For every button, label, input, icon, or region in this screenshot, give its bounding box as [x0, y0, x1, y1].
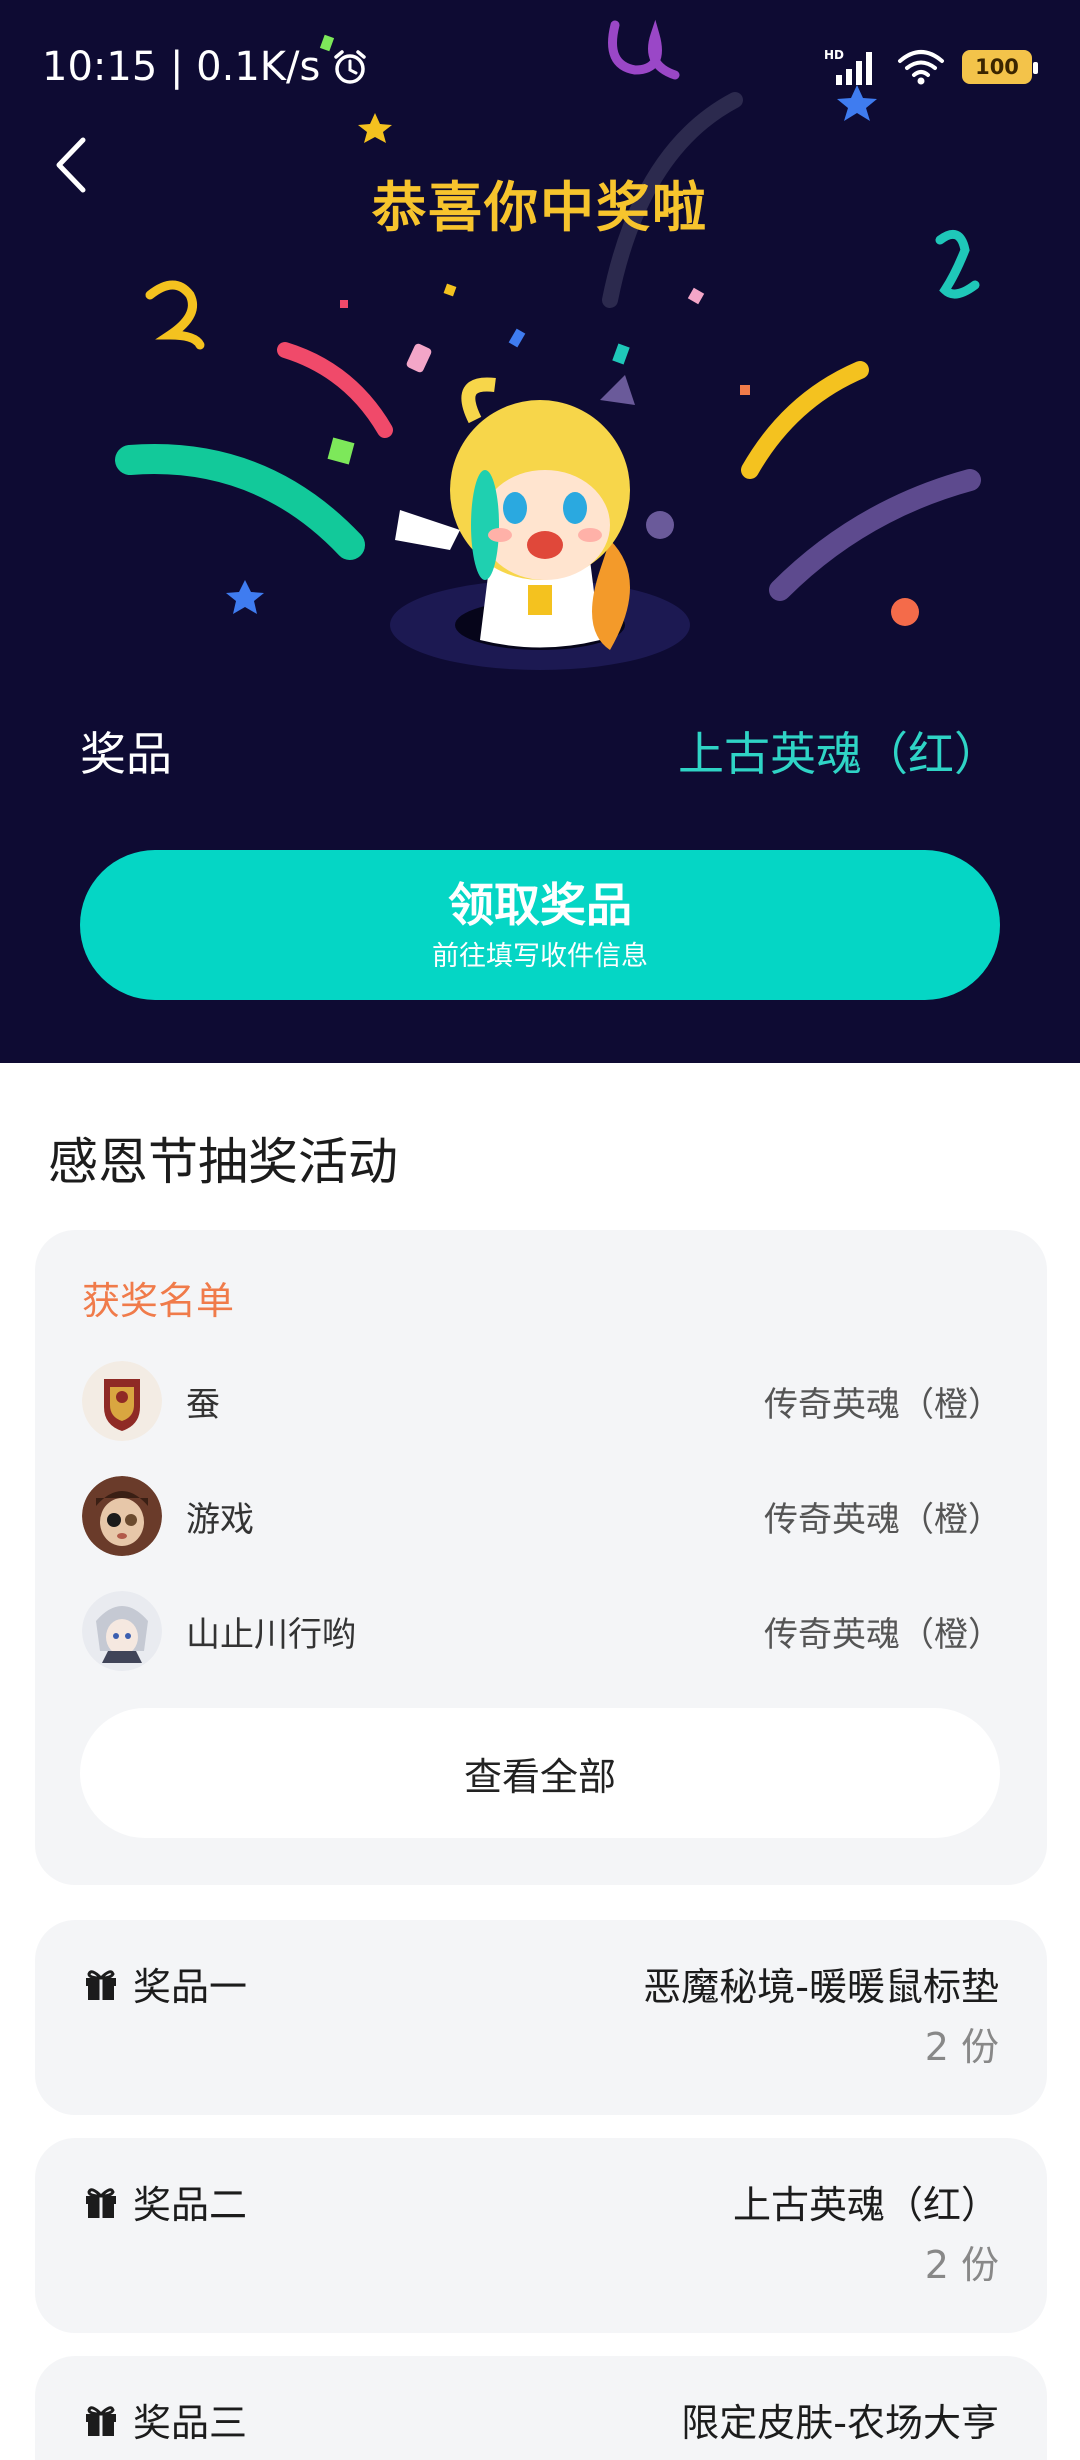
winner-row[interactable]: 山止川行哟 传奇英魂（橙）	[82, 1590, 1002, 1672]
winner-prize: 传奇英魂（橙）	[764, 1614, 1002, 1655]
prize-name: 奖品一	[133, 1965, 248, 2009]
signal-icon: HD	[824, 48, 872, 85]
gift-icon	[86, 2405, 116, 2436]
hero-banner: 10:15 | 0.1K/s HD 100 恭喜你中奖啦 奖品 上古英魂（红） …	[0, 0, 1080, 1063]
winner-row[interactable]: 游戏 传奇英魂（橙）	[82, 1475, 1002, 1557]
status-right: HD 100	[822, 42, 1038, 92]
prize-title: 奖品二	[83, 2174, 247, 2229]
winner-prize: 传奇英魂（橙）	[764, 1384, 1002, 1425]
prize-name: 奖品三	[133, 2401, 248, 2445]
prize-item: 上古英魂（红）	[732, 2183, 999, 2227]
prize-item: 恶魔秘境-暖暖鼠标垫	[643, 1965, 999, 2009]
claim-prize-label: 领取奖品	[448, 878, 632, 932]
winners-card: 获奖名单 蚕 传奇英魂（橙） 游戏 传奇英魂（橙） 山止川行哟 传奇英魂（橙） …	[35, 1230, 1047, 1885]
prize-title: 奖品一	[83, 1956, 247, 2011]
prize-quantity: 2 份	[924, 2025, 999, 2069]
wifi-icon	[898, 50, 944, 85]
prize-card-1: 奖品一 恶魔秘境-暖暖鼠标垫 2 份	[35, 1920, 1047, 2115]
status-bar: 10:15 | 0.1K/s HD 100	[0, 0, 1080, 130]
congrats-title: 恭喜你中奖啦	[372, 176, 708, 239]
winner-row[interactable]: 蚕 传奇英魂（橙）	[82, 1360, 1002, 1442]
claim-prize-button[interactable]: 领取奖品 前往填写收件信息	[80, 850, 1000, 1000]
status-time: 10:15 | 0.1K/s	[42, 44, 321, 90]
gift-icon	[86, 1969, 116, 2000]
view-all-button[interactable]: 查看全部	[80, 1708, 1000, 1838]
network-label: HD	[824, 48, 844, 62]
winner-prize: 传奇英魂（橙）	[764, 1499, 1002, 1540]
prize-title: 奖品三	[83, 2392, 247, 2447]
avatar	[82, 1361, 162, 1441]
avatar	[82, 1476, 162, 1556]
gift-icon	[86, 2187, 116, 2218]
status-left: 10:15 | 0.1K/s	[42, 42, 370, 92]
winner-name: 山止川行哟	[186, 1614, 356, 1655]
prize-quantity: 2 份	[924, 2243, 999, 2287]
winner-name: 蚕	[186, 1384, 220, 1425]
prize-value: 上古英魂（红）	[678, 727, 1000, 781]
avatar	[82, 1591, 162, 1671]
prize-card-2: 奖品二 上古英魂（红） 2 份	[35, 2138, 1047, 2333]
claim-prize-sublabel: 前往填写收件信息	[432, 941, 648, 972]
winner-name: 游戏	[186, 1499, 254, 1540]
winners-heading: 获奖名单	[82, 1279, 235, 1323]
mascot-illustration	[390, 375, 690, 670]
activity-title: 感恩节抽奖活动	[48, 1133, 398, 1191]
alarm-icon	[334, 50, 367, 84]
prize-label: 奖品	[80, 727, 172, 781]
prize-item: 限定皮肤-农场大亨	[681, 2401, 999, 2445]
battery-icon: 100	[962, 50, 1038, 84]
prize-card-3: 奖品三 限定皮肤-农场大亨	[35, 2356, 1047, 2460]
prize-name: 奖品二	[133, 2183, 248, 2227]
